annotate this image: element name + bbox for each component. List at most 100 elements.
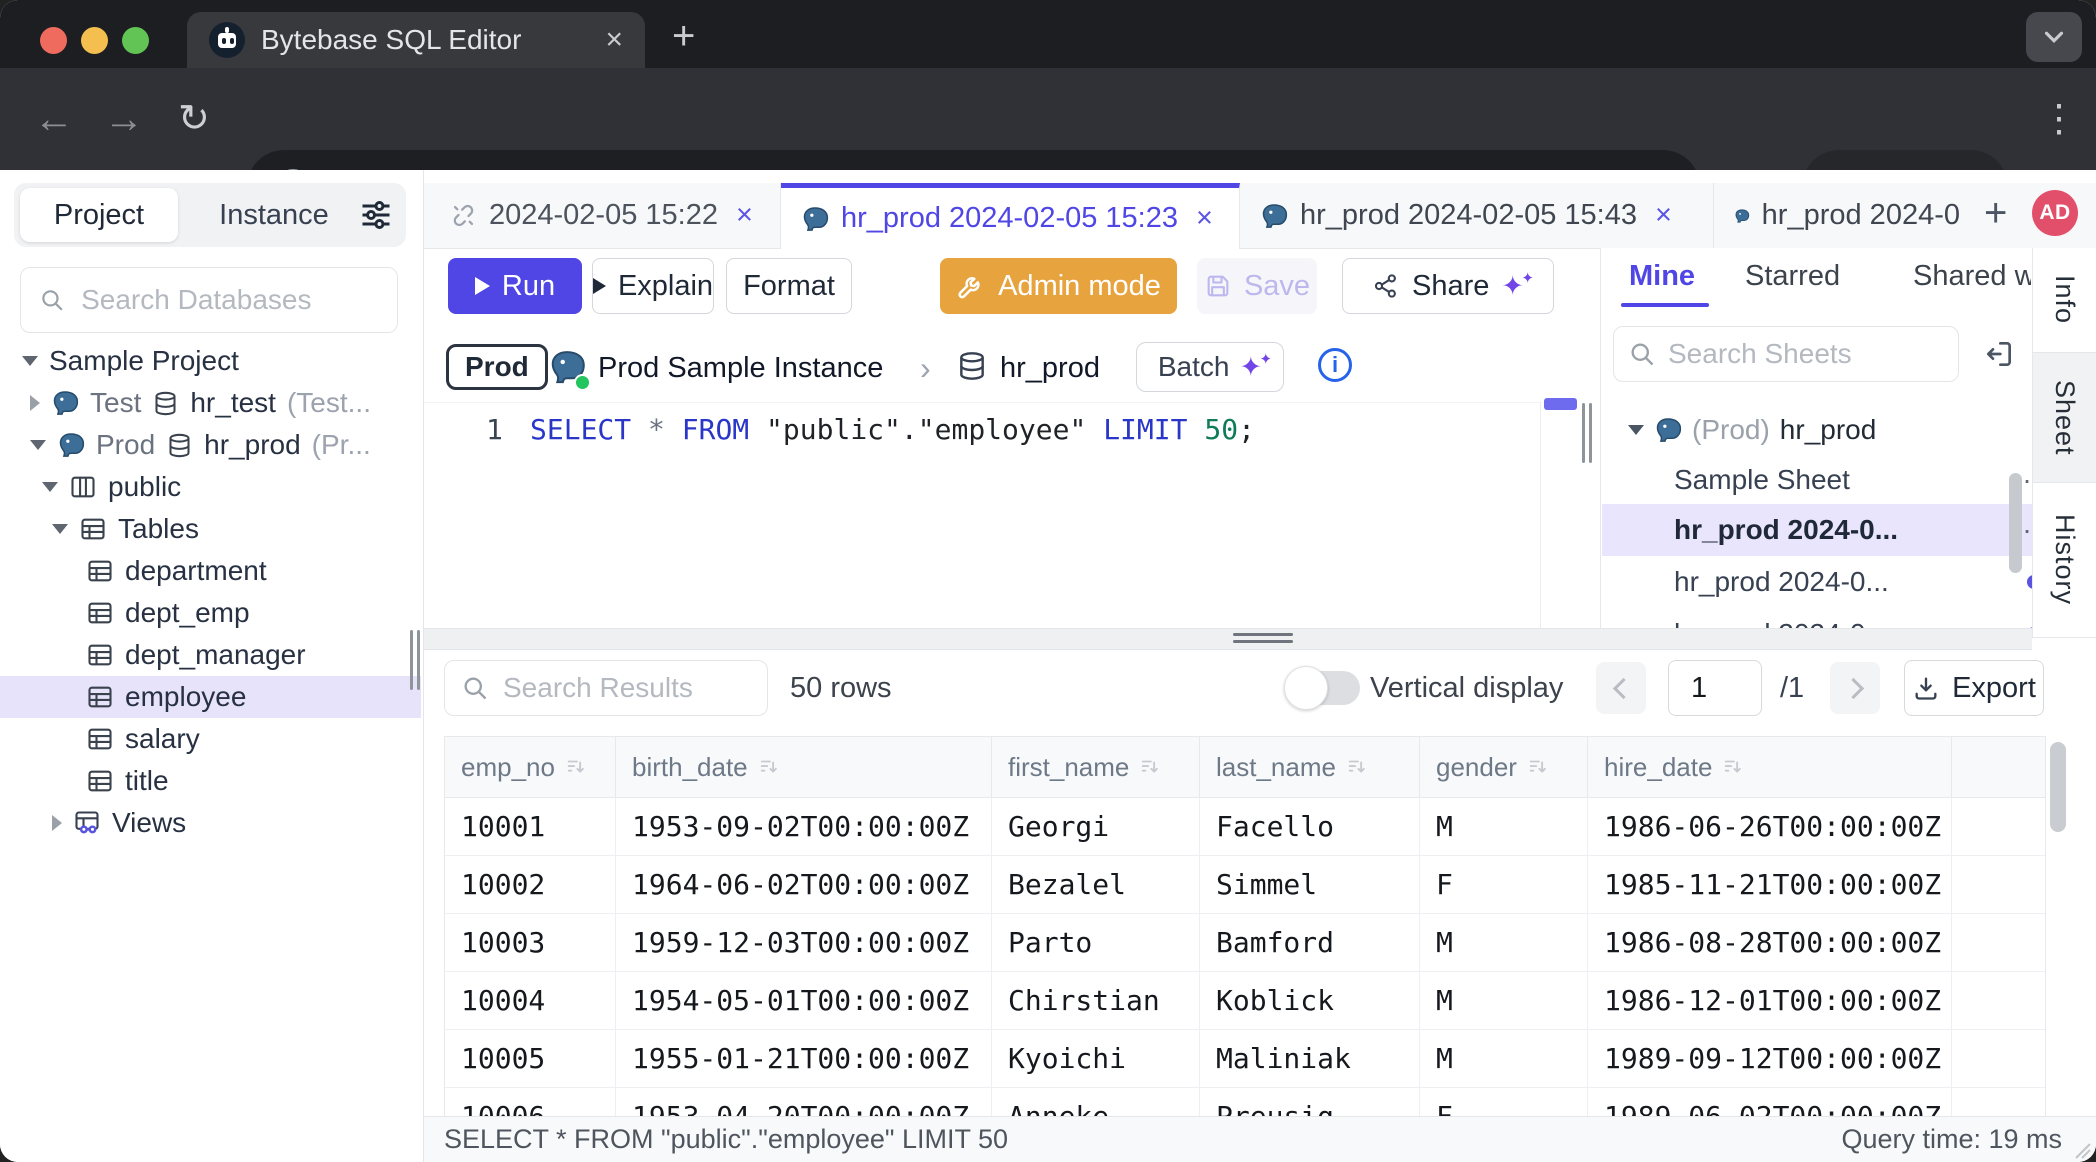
cell: M <box>1420 972 1588 1030</box>
sheet-item[interactable]: hr_prod 2024-0... <box>1602 556 2032 608</box>
sidebar-resize-handle[interactable] <box>410 630 413 690</box>
browser-back-button[interactable]: ← <box>34 68 74 170</box>
sql-editor[interactable]: 1 SELECT * FROM "public"."employee" LIMI… <box>424 402 1540 629</box>
tab-shared[interactable]: Shared w <box>1913 260 2031 293</box>
admin-mode-button[interactable]: Admin mode <box>940 258 1177 314</box>
sort-icon[interactable] <box>1346 756 1368 778</box>
table-row: 10001 1953-09-02T00:00:00Z Georgi Facell… <box>445 798 2045 856</box>
window-close-button[interactable] <box>40 27 67 54</box>
results-search-input[interactable] <box>501 671 751 705</box>
tree-item-project[interactable]: Sample Project <box>0 340 421 382</box>
tree-item-hr-test[interactable]: Test hr_test (Test... <box>0 382 421 424</box>
column-header-first-name[interactable]: first_name <box>992 737 1200 798</box>
side-tab-history[interactable]: History <box>2033 483 2096 638</box>
results-search[interactable] <box>444 660 768 716</box>
sort-icon[interactable] <box>1722 756 1744 778</box>
page-input[interactable] <box>1668 660 1762 716</box>
worksheet-tab-3[interactable]: hr_prod 2024-02-05 15:43 × <box>1240 183 1714 248</box>
browser-forward-button[interactable]: → <box>104 68 144 170</box>
tree-group-tables[interactable]: Tables <box>0 508 421 550</box>
tab-mine[interactable]: Mine <box>1629 260 1695 293</box>
sheet-item-sample-sheet[interactable]: Sample Sheet ··· <box>1602 456 2032 504</box>
tree-item-table-employee[interactable]: employee <box>0 676 421 718</box>
horizontal-splitter[interactable] <box>424 628 2032 650</box>
sidebar-filter-icon[interactable] <box>358 197 394 233</box>
vertical-display-toggle-knob[interactable] <box>1284 666 1328 710</box>
sheet-search[interactable] <box>1613 326 1959 382</box>
splitter-grip <box>1233 640 1293 643</box>
sort-icon[interactable] <box>565 756 587 778</box>
close-icon[interactable]: × <box>1655 199 1672 232</box>
cell: 1986-06-26T00:00:00Z <box>1588 798 1952 856</box>
sort-icon[interactable] <box>1139 756 1161 778</box>
side-tab-sheet[interactable]: Sheet <box>2033 353 2096 483</box>
sheet-item-clipped[interactable]: hr_prod 2024-0... <box>1602 608 2032 628</box>
tree-item-table-title[interactable]: title <box>0 760 421 802</box>
tree-item-table-dept-emp[interactable]: dept_emp <box>0 592 421 634</box>
row-count: 50 rows <box>790 660 892 716</box>
tree-item-table-department[interactable]: department <box>0 550 421 592</box>
save-button[interactable]: Save <box>1197 258 1317 314</box>
cell-filler <box>1952 1088 2045 1116</box>
export-button[interactable]: Export <box>1904 660 2044 716</box>
worksheet-tab-4[interactable]: hr_prod 2024-0 <box>1714 183 1980 248</box>
browser-tab[interactable]: Bytebase SQL Editor × <box>187 12 645 68</box>
add-worksheet-button[interactable]: + <box>1984 191 2007 236</box>
side-tab-info[interactable]: Info <box>2033 248 2096 353</box>
worksheet-tab-1[interactable]: 2024-02-05 15:22 × <box>430 183 781 248</box>
browser-tab-close-icon[interactable]: × <box>605 25 623 55</box>
sort-icon[interactable] <box>1527 756 1549 778</box>
explain-button[interactable]: Explain <box>592 258 714 314</box>
run-button[interactable]: Run <box>448 258 582 314</box>
info-icon[interactable]: i <box>1318 348 1352 382</box>
column-header-emp-no[interactable]: emp_no <box>445 737 616 798</box>
browser-menu-icon[interactable]: ⋮ <box>2040 68 2078 170</box>
tree-group-views[interactable]: Views <box>0 802 421 844</box>
close-icon[interactable]: × <box>736 199 753 232</box>
sidebar-resize-handle[interactable] <box>417 630 420 690</box>
tree-item-schema-public[interactable]: public <box>0 466 421 508</box>
sheet-item-selected[interactable]: hr_prod 2024-0... ··· <box>1602 504 2032 556</box>
worksheet-tab-2-active[interactable]: hr_prod 2024-02-05 15:23 × <box>781 183 1240 249</box>
prev-page-button[interactable] <box>1596 662 1646 714</box>
batch-button[interactable]: Batch ✦✦ <box>1136 342 1284 392</box>
panel-resize-handle[interactable] <box>1582 403 1585 463</box>
chevron-left-icon <box>1612 677 1633 698</box>
resize-grip-icon[interactable] <box>2072 1140 2092 1160</box>
panel-resize-handle[interactable] <box>1589 403 1592 463</box>
tab-starred[interactable]: Starred <box>1745 260 1840 293</box>
close-icon[interactable]: × <box>1196 202 1213 235</box>
share-button[interactable]: Share ✦✦ <box>1342 258 1554 314</box>
sql-line[interactable]: SELECT * FROM "public"."employee" LIMIT … <box>530 413 1255 446</box>
format-button[interactable]: Format <box>726 258 852 314</box>
table-scrollbar[interactable] <box>2050 742 2066 832</box>
sheet-group-hr-prod[interactable]: (Prod) hr_prod <box>1602 408 2032 452</box>
browser-reload-button[interactable]: ↻ <box>178 68 210 170</box>
column-header-hire-date[interactable]: hire_date <box>1588 737 1952 798</box>
cell: 10006 <box>445 1088 616 1116</box>
cell: Bezalel <box>992 856 1200 914</box>
next-page-button[interactable] <box>1830 662 1880 714</box>
breadcrumb-database[interactable]: hr_prod <box>1000 352 1100 385</box>
breadcrumb-instance[interactable]: Prod Sample Instance <box>598 352 883 385</box>
column-header-gender[interactable]: gender <box>1420 737 1588 798</box>
window-minimize-button[interactable] <box>81 27 108 54</box>
tree-item-table-salary[interactable]: salary <box>0 718 421 760</box>
tab-project[interactable]: Project <box>20 188 178 242</box>
sheet-search-input[interactable] <box>1666 337 1944 371</box>
import-sheet-icon[interactable] <box>1983 338 2015 370</box>
database-search[interactable] <box>20 267 398 333</box>
tab-overview-button[interactable] <box>2026 12 2082 62</box>
sort-icon[interactable] <box>758 756 780 778</box>
user-avatar[interactable]: AD <box>2032 190 2078 236</box>
tree-item-table-dept-manager[interactable]: dept_manager <box>0 634 421 676</box>
browser-new-tab-button[interactable]: + <box>672 14 695 59</box>
cell: 1989-09-12T00:00:00Z <box>1588 1030 1952 1088</box>
tree-item-hr-prod[interactable]: Prod hr_prod (Pr... <box>0 424 421 466</box>
window-zoom-button[interactable] <box>122 27 149 54</box>
column-header-birth-date[interactable]: birth_date <box>616 737 992 798</box>
column-header-last-name[interactable]: last_name <box>1200 737 1420 798</box>
database-search-input[interactable] <box>79 283 379 317</box>
sheet-list-scrollbar[interactable] <box>2009 473 2022 573</box>
tab-instance[interactable]: Instance <box>194 188 354 242</box>
